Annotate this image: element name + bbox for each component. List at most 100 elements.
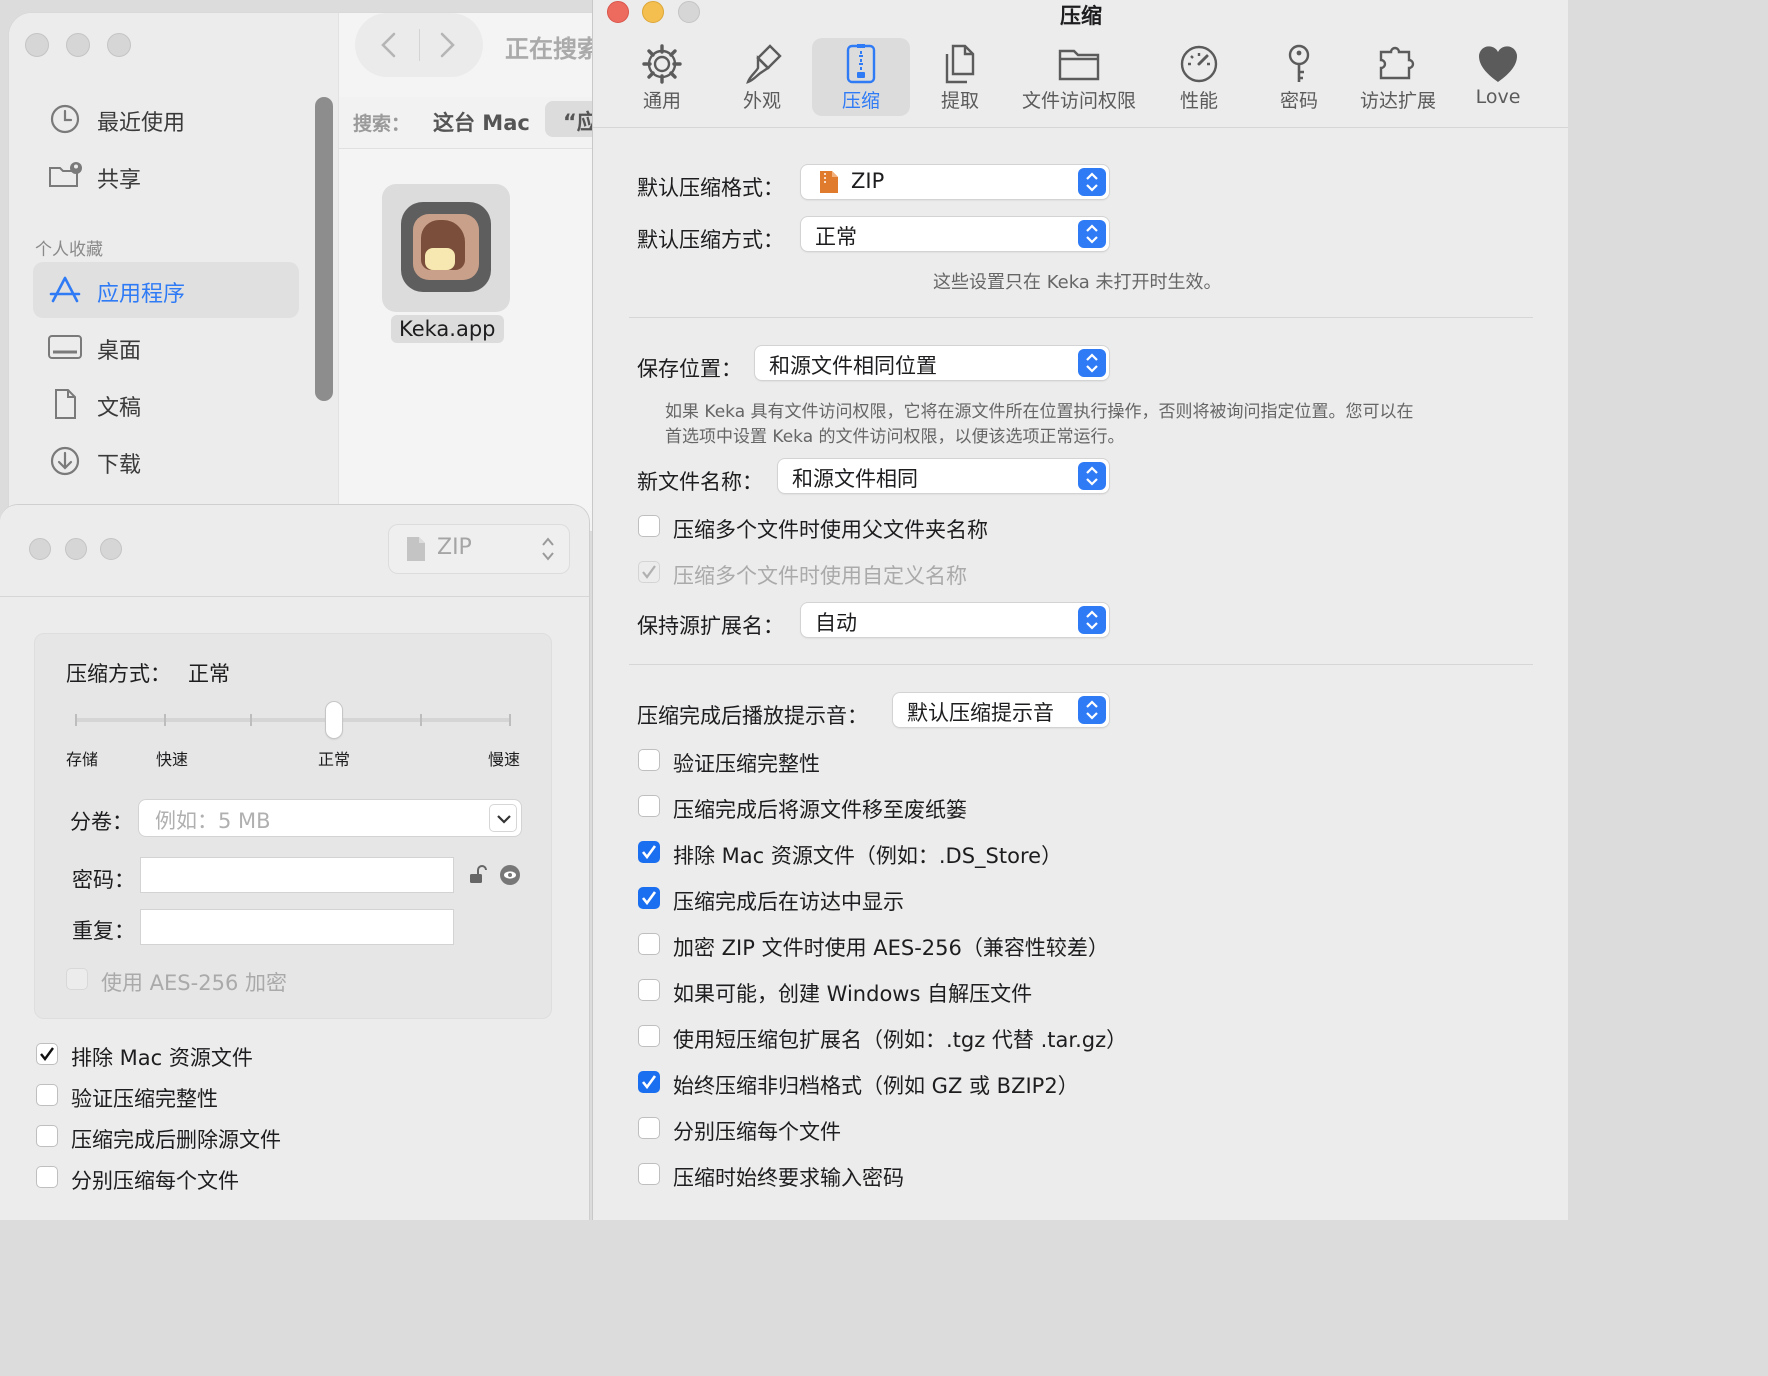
exclude-mac-files-checkbox[interactable] bbox=[638, 841, 660, 863]
stepper-icon bbox=[1086, 172, 1098, 192]
format-popup[interactable]: ZIP bbox=[389, 525, 569, 573]
checkmark-icon bbox=[642, 565, 656, 579]
keep-ext-popup[interactable]: 自动 bbox=[801, 603, 1109, 637]
zoom-button[interactable] bbox=[107, 33, 131, 57]
slider-tick bbox=[250, 714, 252, 726]
key-icon bbox=[1288, 44, 1310, 82]
use-parent-name-checkbox[interactable] bbox=[638, 515, 660, 537]
delete-source-checkbox[interactable] bbox=[36, 1125, 58, 1147]
sidebar-item-label: 最近使用 bbox=[97, 111, 186, 136]
save-location-note: 首选项中设置 Keka 的文件访问权限，以便该选项正常运行。 bbox=[665, 427, 1125, 447]
close-button[interactable] bbox=[29, 538, 51, 560]
popup-stepper bbox=[1078, 168, 1106, 196]
sidebar-section-title: 个人收藏 bbox=[35, 240, 103, 260]
file-item-keka[interactable] bbox=[382, 184, 510, 312]
minimize-button[interactable] bbox=[65, 538, 87, 560]
keka-compress-panel: ZIP 压缩方式： 正常 存储 快速 正常 慢速 分卷： 例如：5 MB 密码：… bbox=[0, 504, 590, 1220]
always-ask-password-checkbox[interactable] bbox=[638, 1163, 660, 1185]
zoom-button[interactable] bbox=[100, 538, 122, 560]
tab-label: 访达扩展 bbox=[1359, 90, 1436, 112]
verify-checkbox[interactable] bbox=[36, 1084, 58, 1106]
tab-label: 压缩 bbox=[841, 90, 880, 112]
tab-appearance[interactable]: 外观 bbox=[713, 38, 811, 116]
option-label: 使用短压缩包扩展名（例如：.tgz 代替 .tar.gz） bbox=[673, 1028, 1128, 1052]
option-label: 压缩完成后将源文件移至废纸篓 bbox=[673, 798, 967, 822]
option-label: 压缩多个文件时使用父文件夹名称 bbox=[673, 518, 988, 542]
sidebar-item-applications[interactable]: 应用程序 bbox=[33, 262, 299, 318]
tab-label: 通用 bbox=[642, 90, 681, 112]
new-name-popup[interactable]: 和源文件相同 bbox=[778, 459, 1109, 493]
zip-icon bbox=[846, 44, 876, 84]
use-custom-name-checkbox[interactable] bbox=[638, 561, 660, 583]
close-button[interactable] bbox=[25, 33, 49, 57]
save-location-popup[interactable]: 和源文件相同位置 bbox=[755, 346, 1109, 380]
default-method-value: 正常 bbox=[815, 225, 857, 249]
show-in-finder-checkbox[interactable] bbox=[638, 887, 660, 909]
tab-password[interactable]: 密码 bbox=[1250, 38, 1348, 116]
sidebar-item-label: 应用程序 bbox=[97, 282, 186, 307]
slider-tick-label: 快速 bbox=[156, 750, 189, 769]
tab-label: 性能 bbox=[1179, 90, 1218, 112]
sidebar-item-downloads[interactable]: 下载 bbox=[33, 433, 299, 489]
popup-stepper bbox=[1078, 220, 1106, 248]
slider-tick-label: 慢速 bbox=[488, 750, 521, 769]
tab-compress[interactable]: 压缩 bbox=[812, 38, 910, 116]
tab-performance[interactable]: 性能 bbox=[1150, 38, 1248, 116]
separator bbox=[629, 317, 1533, 318]
short-extension-checkbox[interactable] bbox=[638, 1025, 660, 1047]
scope-this-mac[interactable]: 这台 Mac bbox=[433, 107, 530, 137]
apps-icon bbox=[49, 276, 81, 303]
default-format-label: 默认压缩格式： bbox=[637, 176, 784, 200]
sidebar-item-documents[interactable]: 文稿 bbox=[33, 376, 299, 432]
minimize-button[interactable] bbox=[66, 33, 90, 57]
aes256-zip-checkbox[interactable] bbox=[638, 933, 660, 955]
option-label: 验证压缩完整性 bbox=[673, 752, 820, 776]
format-value: ZIP bbox=[437, 535, 472, 560]
split-dropdown-button[interactable] bbox=[489, 804, 517, 832]
slider-thumb[interactable] bbox=[326, 702, 342, 738]
default-format-value: ZIP bbox=[851, 169, 885, 193]
speed-slider[interactable] bbox=[75, 718, 511, 722]
default-method-popup[interactable]: 正常 bbox=[801, 217, 1109, 251]
default-format-popup[interactable]: ZIP bbox=[801, 165, 1109, 199]
tab-extract[interactable]: 提取 bbox=[911, 38, 1009, 116]
exclude-mac-files-checkbox[interactable] bbox=[36, 1043, 58, 1065]
back-icon[interactable] bbox=[377, 31, 401, 59]
password-field[interactable] bbox=[141, 858, 453, 892]
forward-icon[interactable] bbox=[435, 31, 459, 59]
tab-label: 提取 bbox=[940, 90, 979, 112]
repeat-password-field[interactable] bbox=[141, 910, 453, 944]
compress-non-archive-checkbox[interactable] bbox=[638, 1071, 660, 1093]
sound-popup[interactable]: 默认压缩提示音 bbox=[893, 693, 1109, 727]
verify-checkbox[interactable] bbox=[638, 749, 660, 771]
checkmark-icon bbox=[641, 891, 657, 906]
finder-window: 最近使用 共享 个人收藏 应用程序 桌面 文稿 下载 正在搜索 搜索： 这台 M… bbox=[8, 12, 648, 532]
separate-files-checkbox[interactable] bbox=[638, 1117, 660, 1139]
sidebar-scrollbar[interactable] bbox=[315, 97, 333, 401]
windows-sfx-checkbox[interactable] bbox=[638, 979, 660, 1001]
unlock-icon[interactable] bbox=[467, 864, 489, 886]
split-combo[interactable]: 例如：5 MB bbox=[139, 800, 521, 836]
sidebar-item-desktop[interactable]: 桌面 bbox=[33, 319, 299, 375]
tab-finder-extension[interactable]: 访达扩展 bbox=[1349, 38, 1447, 116]
aes-checkbox[interactable] bbox=[66, 968, 88, 990]
default-method-label: 默认压缩方式： bbox=[637, 228, 784, 252]
puzzle-icon bbox=[1379, 46, 1415, 80]
chevron-down-icon bbox=[497, 815, 511, 824]
compress-options-box: 压缩方式： 正常 存储 快速 正常 慢速 分卷： 例如：5 MB 密码： 重复：… bbox=[34, 633, 552, 1019]
separate-files-checkbox[interactable] bbox=[36, 1166, 58, 1188]
sidebar-item-recents[interactable]: 最近使用 bbox=[33, 91, 299, 147]
tab-love[interactable]: Love bbox=[1449, 38, 1547, 116]
tab-file-access[interactable]: 文件访问权限 bbox=[1014, 38, 1144, 116]
tab-general[interactable]: 通用 bbox=[613, 38, 711, 116]
option-label: 分别压缩每个文件 bbox=[673, 1120, 841, 1144]
sidebar-item-label: 下载 bbox=[97, 453, 142, 478]
keep-ext-value: 自动 bbox=[815, 611, 857, 635]
eye-icon[interactable] bbox=[499, 864, 521, 886]
folder-icon bbox=[1058, 49, 1100, 81]
window-title: 正在搜索 bbox=[505, 35, 601, 63]
sidebar-item-shared[interactable]: 共享 bbox=[33, 148, 299, 204]
file-name-label: Keka.app bbox=[391, 315, 504, 343]
stepper-icon bbox=[1086, 353, 1098, 373]
trash-source-checkbox[interactable] bbox=[638, 795, 660, 817]
